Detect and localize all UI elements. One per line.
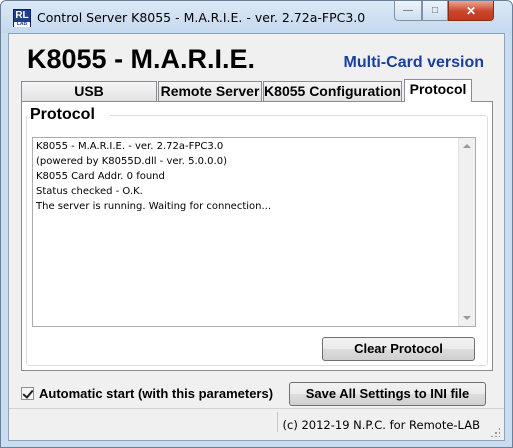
clear-protocol-button[interactable]: Clear Protocol [322,337,475,361]
minimize-icon: — [403,5,413,16]
resize-grip-icon[interactable] [490,427,500,437]
protocol-log[interactable]: K8055 - M.A.R.I.E. - ver. 2.72a-FPC3.0 (… [32,137,476,327]
autostart-checkbox[interactable] [21,387,34,400]
log-line: The server is running. Waiting for conne… [36,201,272,212]
scroll-up-icon[interactable] [463,144,471,148]
protocol-group-title: Protocol [30,106,95,123]
autostart-row[interactable]: Automatic start (with this parameters) [21,386,273,401]
app-icon-letters: RL [15,10,29,21]
save-settings-button[interactable]: Save All Settings to INI file [289,382,486,406]
status-separator [277,412,278,432]
log-line: K8055 Card Addr. 0 found [36,171,165,182]
maximize-button[interactable]: □ [422,1,448,21]
log-line: K8055 - M.A.R.I.E. - ver. 2.72a-FPC3.0 [36,141,224,152]
version-label: Multi-Card version [343,54,484,71]
client-area: K8055 - M.A.R.I.E. Multi-Card version US… [8,33,505,441]
app-icon[interactable]: RL LAB [13,9,31,27]
log-scrollbar[interactable] [458,138,475,326]
close-icon: ✕ [465,3,477,18]
scroll-down-icon[interactable] [463,316,471,320]
title-bar[interactable]: RL LAB Control Server K8055 - M.A.R.I.E.… [1,1,512,33]
maximize-icon: □ [431,5,439,16]
close-button[interactable]: ✕ [448,1,494,21]
status-bar: (c) 2012-19 N.P.C. for Remote-LAB [9,408,504,441]
tab-protocol[interactable]: Protocol [404,79,472,102]
log-lines: K8055 - M.A.R.I.E. - ver. 2.72a-FPC3.0 (… [36,139,456,214]
window-title: Control Server K8055 - M.A.R.I.E. - ver.… [37,10,366,25]
tab-usb-communication[interactable]: USB Communication [21,81,157,117]
app-icon-sub: LAB [14,22,30,27]
protocol-panel: Protocol K8055 - M.A.R.I.E. - ver. 2.72a… [21,101,493,371]
page-title: K8055 - M.A.R.I.E. [27,44,256,74]
status-text: (c) 2012-19 N.P.C. for Remote-LAB [282,418,480,432]
log-line: Status checked - O.K. [36,186,143,197]
tab-k8055-configuration[interactable]: K8055 Configuration [263,81,402,101]
app-window: RL LAB Control Server K8055 - M.A.R.I.E.… [0,0,513,448]
tab-remote-server[interactable]: Remote Server [158,81,262,101]
minimize-button[interactable]: — [394,1,422,21]
log-line: (powered by K8055D.dll - ver. 5.0.0.0) [36,156,227,167]
autostart-label[interactable]: Automatic start (with this parameters) [39,386,273,401]
